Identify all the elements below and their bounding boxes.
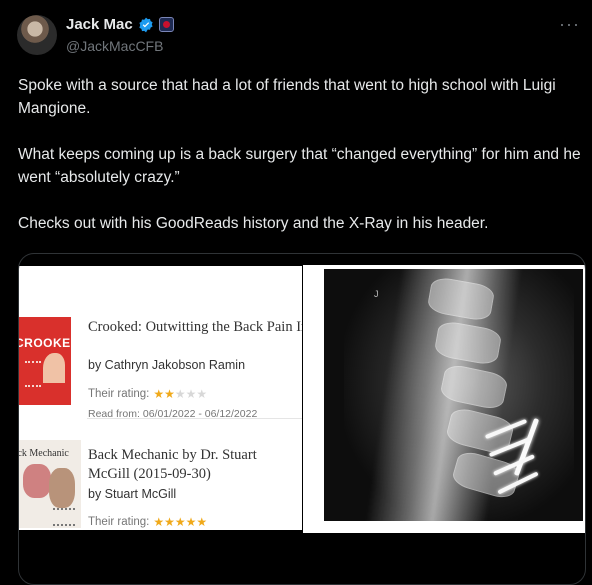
affiliation-badge-icon[interactable] xyxy=(158,17,174,32)
goodreads-screenshot[interactable]: CROOKED Crooked: Outwitting the Back Pai… xyxy=(19,266,302,530)
author-handle[interactable]: @JackMacCFB xyxy=(66,38,163,54)
star-filled-icon: ★ xyxy=(196,515,208,529)
book-title: Crooked: Outwitting the Back Pain Indust… xyxy=(88,319,302,335)
cover-figure xyxy=(43,353,65,383)
more-options-button[interactable]: ··· xyxy=(559,14,580,35)
xray-film: J xyxy=(324,269,583,521)
star-filled-icon: ★ xyxy=(174,515,186,529)
verified-badge-icon xyxy=(139,17,153,32)
tweet-paragraph: Spoke with a source that had a lot of fr… xyxy=(18,77,556,117)
book-author: by Cathryn Jakobson Ramin xyxy=(88,358,246,372)
tweet-media[interactable]: CROOKED Crooked: Outwitting the Back Pai… xyxy=(18,253,586,585)
xray-image[interactable]: J xyxy=(303,265,585,533)
star-rating-icon: ★★★★★ xyxy=(153,387,207,401)
tweet-paragraph: What keeps coming up is a back surgery t… xyxy=(18,146,581,186)
star-rating-icon: ★★★★★ xyxy=(153,515,207,529)
book-cover-title: CROOKED xyxy=(18,336,80,350)
star-filled-icon: ★ xyxy=(153,515,165,529)
star-empty-icon: ★ xyxy=(174,387,186,401)
author-name-row: Jack Mac xyxy=(66,16,174,33)
book-rating: Their rating: ★★★★★ xyxy=(88,515,207,529)
xray-marker: J xyxy=(374,289,379,299)
author-name[interactable]: Jack Mac xyxy=(66,16,133,33)
avatar[interactable] xyxy=(17,15,57,55)
star-empty-icon: ★ xyxy=(196,387,208,401)
book-rating: Their rating: ★★★★★ xyxy=(88,387,207,401)
cover-figure xyxy=(23,464,51,498)
cover-text-lines xyxy=(53,508,75,526)
divider xyxy=(87,418,302,419)
book-item: CROOKED Crooked: Outwitting the Back Pai… xyxy=(19,302,302,420)
tweet-paragraph: Checks out with his GoodReads history an… xyxy=(18,215,489,232)
book-title: Back Mechanic by Dr. Stuart McGill (2015… xyxy=(88,447,257,482)
star-filled-icon: ★ xyxy=(164,515,175,529)
book-cover-title: ack Mechanic xyxy=(18,448,69,459)
book-author: by Stuart McGill xyxy=(88,487,177,501)
tweet-text: Spoke with a source that had a lot of fr… xyxy=(18,74,583,258)
book-cover: CROOKED xyxy=(19,317,79,405)
star-filled-icon: ★ xyxy=(153,387,165,401)
cover-text-lines xyxy=(25,361,41,387)
book-cover: ack Mechanic xyxy=(19,440,81,528)
star-filled-icon: ★ xyxy=(164,387,175,401)
book-item: ack Mechanic Back Mechanic by Dr. Stuart… xyxy=(19,430,302,530)
star-empty-icon: ★ xyxy=(185,387,197,401)
star-filled-icon: ★ xyxy=(185,515,197,529)
cover-figure xyxy=(49,468,75,508)
rating-label: Their rating: xyxy=(88,388,150,400)
rating-label: Their rating: xyxy=(88,516,150,528)
